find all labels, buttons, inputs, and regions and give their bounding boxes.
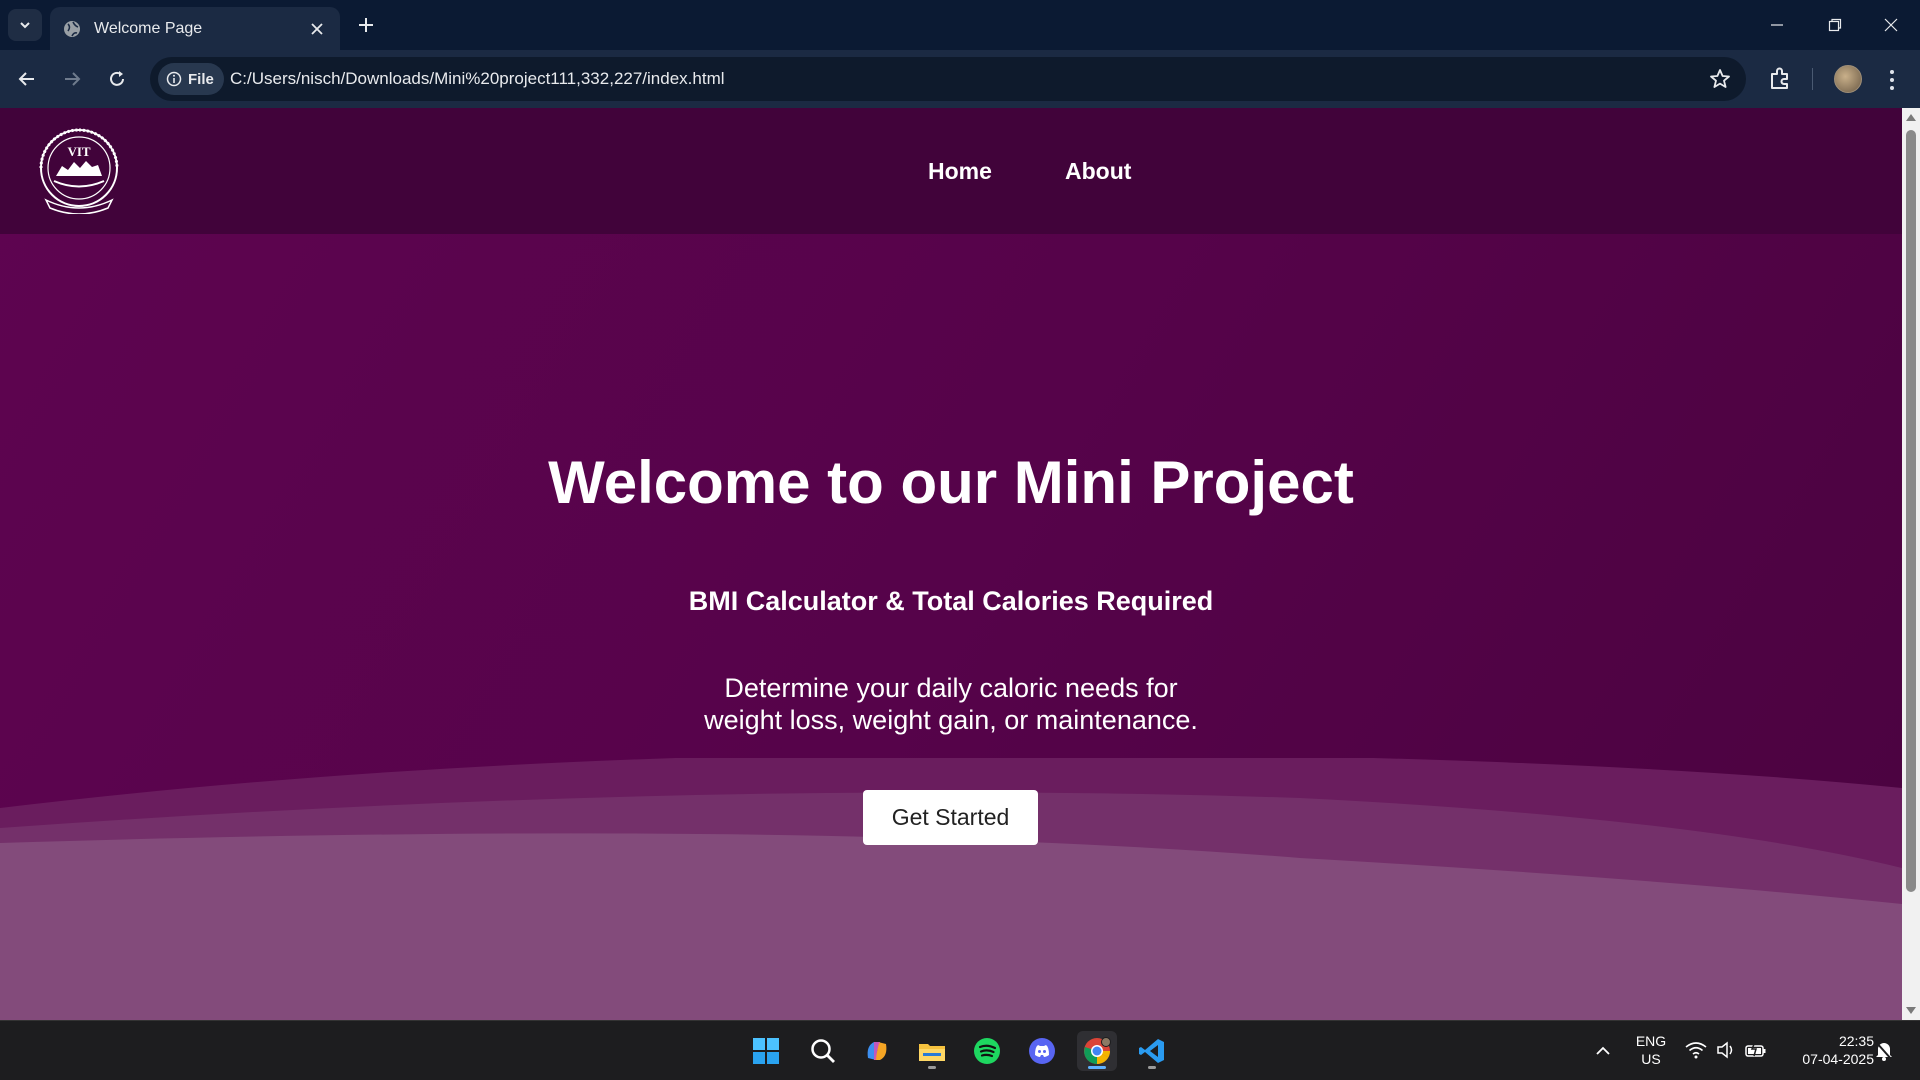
get-started-button[interactable]: Get Started — [863, 790, 1038, 845]
plus-icon — [359, 18, 373, 32]
clock[interactable]: 22:35 07-04-2025 — [1780, 1032, 1874, 1068]
arrow-left-icon — [18, 72, 34, 86]
language-indicator[interactable]: ENG US — [1628, 1032, 1674, 1068]
chrome-icon — [1084, 1037, 1111, 1065]
toolbar-separator — [1812, 68, 1813, 90]
close-window-button[interactable] — [1862, 0, 1920, 50]
hero-description-line1: Determine your daily caloric needs for — [724, 673, 1178, 703]
site-info-label: File — [188, 70, 214, 88]
page-viewport: VIT Home About Welcome to our Mini Proje… — [0, 108, 1902, 1020]
back-button[interactable] — [10, 62, 44, 96]
browser-tab-strip: Welcome Page — [0, 0, 1920, 50]
taskbar-spotify-button[interactable] — [967, 1031, 1007, 1071]
vit-logo: VIT — [39, 128, 119, 214]
volume-icon[interactable] — [1716, 1041, 1736, 1059]
svg-text:VIT: VIT — [67, 144, 90, 159]
taskbar-copilot-button[interactable] — [857, 1031, 897, 1071]
info-icon — [166, 71, 182, 87]
profile-avatar[interactable] — [1834, 65, 1862, 93]
taskbar-start-button[interactable] — [746, 1031, 786, 1071]
scrollbar-thumb[interactable] — [1906, 130, 1916, 892]
taskbar-discord-button[interactable] — [1022, 1031, 1062, 1071]
keyboard-region: US — [1641, 1051, 1661, 1067]
hero-subtitle: BMI Calculator & Total Calories Required — [688, 586, 1214, 616]
wifi-icon[interactable] — [1685, 1041, 1707, 1059]
close-icon — [1884, 18, 1898, 32]
close-icon — [311, 22, 323, 35]
file-explorer-icon — [919, 1044, 945, 1061]
forward-button[interactable] — [55, 62, 89, 96]
tab-title: Welcome Page — [94, 19, 203, 37]
browser-tab[interactable]: Welcome Page — [50, 7, 340, 50]
copilot-icon — [867, 1042, 887, 1060]
address-bar[interactable]: File C:/Users/nisch/Downloads/Mini%20pro… — [150, 57, 1746, 101]
nav-home-link[interactable]: Home — [928, 158, 992, 185]
browser-menu-button[interactable] — [1882, 66, 1902, 94]
battery-charging-icon[interactable] — [1745, 1041, 1767, 1059]
close-tab-button[interactable] — [306, 18, 328, 40]
chevron-up-icon — [1596, 1046, 1610, 1055]
active-indicator — [1088, 1066, 1106, 1069]
windows-taskbar: ENG US 22:35 07-04-2025 — [0, 1020, 1920, 1080]
windows-start-icon — [753, 1038, 779, 1064]
bookmark-star-icon[interactable] — [1708, 67, 1732, 91]
chevron-down-icon — [20, 22, 30, 29]
discord-icon — [1029, 1038, 1055, 1064]
reload-button[interactable] — [100, 62, 134, 96]
restore-icon — [1828, 18, 1842, 32]
arrow-right-icon — [65, 72, 81, 86]
site-header: VIT Home About — [0, 108, 1902, 234]
nav-about-link[interactable]: About — [1065, 158, 1131, 185]
search-icon — [811, 1039, 835, 1063]
taskbar-vscode-button[interactable] — [1132, 1031, 1172, 1071]
page-scrollbar[interactable] — [1902, 108, 1920, 1020]
scroll-up-arrow-icon[interactable] — [1906, 114, 1916, 121]
reload-icon — [110, 71, 124, 86]
new-tab-button[interactable] — [352, 11, 380, 39]
restore-button[interactable] — [1806, 0, 1864, 50]
browser-toolbar: File C:/Users/nisch/Downloads/Mini%20pro… — [0, 50, 1920, 108]
hero-description-line2: weight loss, weight gain, or maintenance… — [704, 705, 1198, 735]
hero-title: Welcome to our Mini Project — [548, 449, 1354, 516]
minimize-icon — [1771, 24, 1783, 26]
notification-bell-icon[interactable] — [1874, 1040, 1894, 1062]
taskbar-file-explorer-button[interactable] — [912, 1031, 952, 1071]
scroll-down-arrow-icon[interactable] — [1906, 1007, 1916, 1014]
running-indicator — [1148, 1066, 1156, 1069]
show-hidden-icons-button[interactable] — [1583, 1031, 1623, 1071]
site-info-chip[interactable]: File — [158, 63, 224, 95]
language-code: ENG — [1635, 1033, 1667, 1049]
clock-date: 07-04-2025 — [1802, 1051, 1874, 1067]
taskbar-search-button[interactable] — [803, 1031, 843, 1071]
minimize-button[interactable] — [1748, 0, 1806, 50]
clock-time: 22:35 — [1838, 1033, 1874, 1049]
spotify-icon — [974, 1038, 1000, 1064]
tab-search-button[interactable] — [8, 9, 42, 41]
running-indicator — [928, 1066, 936, 1069]
hero-description: Determine your daily caloric needs for w… — [0, 672, 1902, 736]
globe-icon — [64, 20, 80, 37]
url-text[interactable]: C:/Users/nisch/Downloads/Mini%20project1… — [230, 69, 725, 89]
extensions-puzzle-icon[interactable] — [1766, 63, 1796, 93]
vscode-icon — [1139, 1039, 1164, 1063]
taskbar-chrome-button[interactable] — [1077, 1031, 1117, 1071]
